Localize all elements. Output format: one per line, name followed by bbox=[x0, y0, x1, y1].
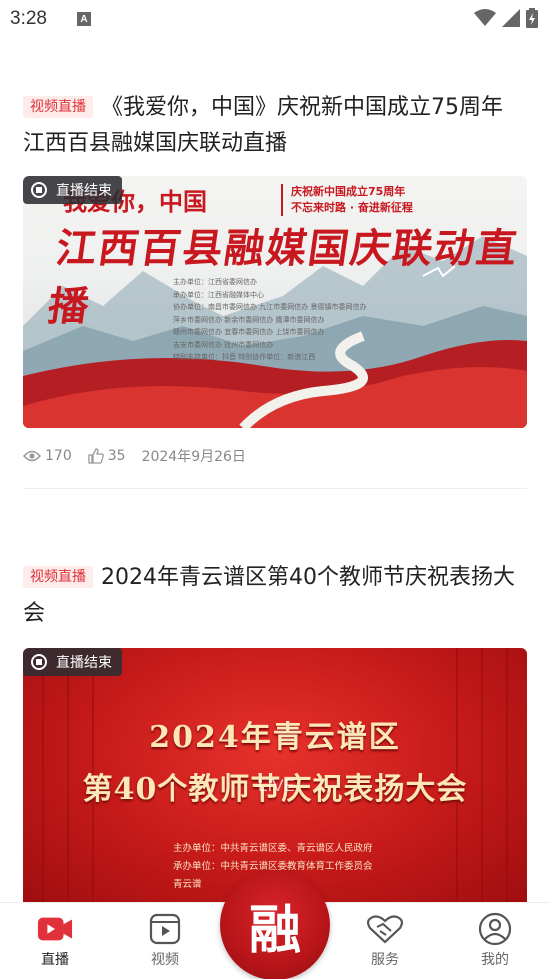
live-card[interactable]: 视频直播 《我爱你，中国》庆祝新中国成立75周年 江西百县融媒国庆联动直播 直播结… bbox=[23, 90, 527, 489]
thumbnail-headline: 2024年青云谱区 bbox=[149, 720, 401, 755]
live-ended-badge: 直播结束 bbox=[23, 648, 122, 676]
live-camera-icon bbox=[37, 911, 73, 947]
tab-service[interactable]: 服务 bbox=[330, 903, 440, 979]
view-count: 170 bbox=[23, 448, 72, 464]
tab-live-label: 直播 bbox=[41, 952, 69, 968]
tab-video-label: 视频 bbox=[151, 952, 179, 968]
video-live-tag: 视频直播 bbox=[23, 566, 93, 588]
card-divider bbox=[23, 488, 527, 489]
tab-mine[interactable]: 我的 bbox=[440, 903, 550, 979]
card-meta: 170 35 2024年9月26日 bbox=[23, 446, 527, 466]
live-feed[interactable]: 视频直播 《我爱你，中国》庆祝新中国成立75周年 江西百县融媒国庆联动直播 直播结… bbox=[0, 38, 550, 902]
battery-icon bbox=[526, 8, 538, 28]
card-thumbnail[interactable]: 直播结束 2024年青云谱区 第40个教师节庆祝表扬大会 LIVE 主办单位：中… bbox=[23, 648, 527, 902]
status-bar: 3:28 A bbox=[0, 0, 550, 38]
thumbs-up-icon bbox=[88, 448, 104, 464]
card-title[interactable]: 视频直播 《我爱你，中国》庆祝新中国成立75周年 江西百县融媒国庆联动直播 bbox=[23, 90, 527, 162]
card-title-text: 《我爱你，中国》庆祝新中国成立75周年 江西百县融媒国庆联动直播 bbox=[23, 95, 503, 156]
thumbnail-credits: 主办单位：江西省委网信办 承办单位：江西省融媒体中心 协办单位：南昌市委网信办 … bbox=[173, 278, 367, 361]
video-play-icon bbox=[147, 911, 183, 947]
eye-icon bbox=[23, 450, 41, 462]
publish-date: 2024年9月26日 bbox=[141, 449, 246, 465]
tab-live[interactable]: 直播 bbox=[0, 903, 110, 979]
stop-icon bbox=[31, 182, 47, 198]
status-time: 3:28 bbox=[10, 8, 47, 29]
rong-logo-icon: 融 bbox=[248, 899, 301, 961]
card-title[interactable]: 视频直播 2024年青云谱区第40个教师节庆祝表扬大会 bbox=[23, 560, 527, 632]
live-ended-label: 直播结束 bbox=[56, 655, 112, 671]
live-card[interactable]: 视频直播 2024年青云谱区第40个教师节庆祝表扬大会 直播结束 2024年青云谱… bbox=[23, 560, 527, 902]
card-thumbnail[interactable]: 直播结束 我爱你，中国 庆祝新中国成立75周年 不忘来时路 · 奋进新征程 江西… bbox=[23, 176, 527, 428]
signal-icon bbox=[502, 9, 520, 27]
video-live-tag: 视频直播 bbox=[23, 96, 93, 118]
wifi-icon bbox=[474, 9, 496, 26]
handshake-icon bbox=[367, 911, 403, 947]
live-ended-label: 直播结束 bbox=[56, 183, 112, 199]
live-watermark: LIVE bbox=[258, 776, 295, 795]
user-icon bbox=[477, 911, 513, 947]
like-count[interactable]: 35 bbox=[88, 448, 126, 464]
tab-service-label: 服务 bbox=[371, 952, 399, 968]
card-title-text: 2024年青云谱区第40个教师节庆祝表扬大会 bbox=[23, 565, 515, 626]
rong-logo-button[interactable]: 融 bbox=[220, 870, 330, 979]
thumbnail-subtitle: 庆祝新中国成立75周年 不忘来时路 · 奋进新征程 bbox=[281, 184, 413, 216]
stop-icon bbox=[31, 654, 47, 670]
notification-a-icon: A bbox=[76, 12, 91, 26]
status-icons bbox=[474, 8, 538, 28]
live-ended-badge: 直播结束 bbox=[23, 176, 122, 204]
tab-video[interactable]: 视频 bbox=[110, 903, 220, 979]
tab-mine-label: 我的 bbox=[481, 952, 509, 968]
